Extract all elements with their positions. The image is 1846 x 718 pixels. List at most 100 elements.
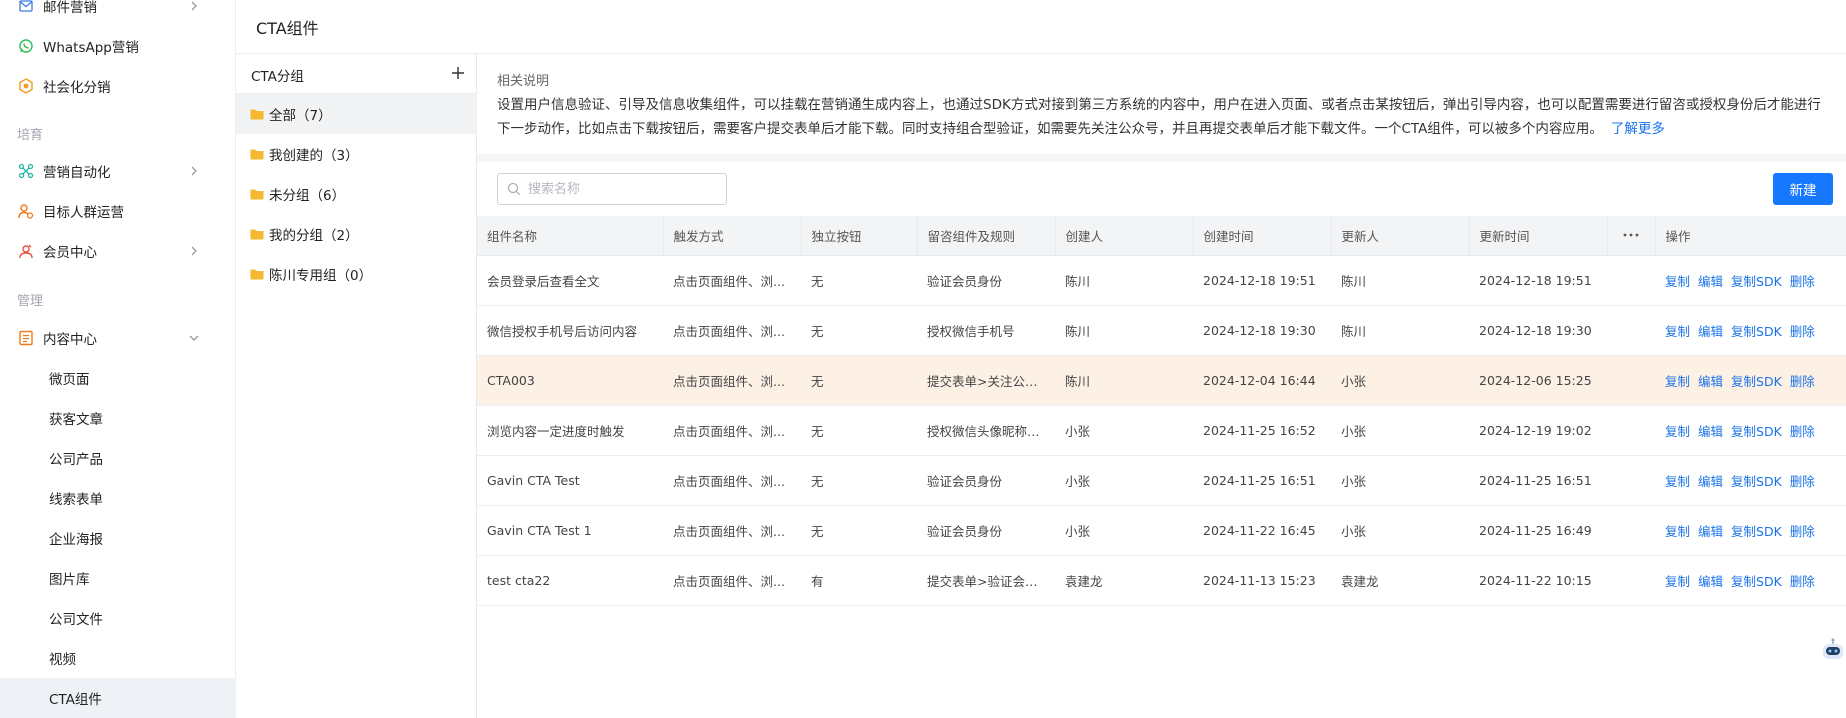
cell-standalone: 无: [801, 355, 917, 406]
cell-standalone: 无: [801, 305, 917, 356]
edit-link[interactable]: 编辑: [1698, 374, 1723, 389]
folder-icon: [250, 149, 264, 160]
cell-actions: 复制 编辑 复制SDK 删除: [1655, 305, 1846, 356]
cell-actions: 复制 编辑 复制SDK 删除: [1655, 455, 1846, 506]
copy-sdk-link[interactable]: 复制SDK: [1731, 274, 1782, 289]
nav-sub-item-cta[interactable]: CTA组件: [0, 678, 236, 718]
edit-link[interactable]: 编辑: [1698, 524, 1723, 539]
copy-link[interactable]: 复制: [1665, 474, 1690, 489]
table-row[interactable]: test cta22 点击页面组件、浏... 有提交表单>验证会员... 袁建龙 202…: [477, 555, 1846, 606]
nav-item-email-marketing[interactable]: 邮件营销: [0, 0, 236, 26]
cell-creator: 小张: [1055, 505, 1193, 556]
group-item-my-groups[interactable]: 我的分组（2）: [236, 214, 477, 254]
cell-updated: 2024-11-25 16:49: [1469, 505, 1607, 556]
edit-link[interactable]: 编辑: [1698, 324, 1723, 339]
nav-sub-item-label: 公司产品: [49, 452, 103, 468]
copy-sdk-link[interactable]: 复制SDK: [1731, 374, 1782, 389]
table-row[interactable]: CTA003 点击页面组件、浏... 无提交表单>关注公众... 陈川 2024-12-…: [477, 355, 1846, 406]
delete-link[interactable]: 删除: [1790, 574, 1815, 589]
delete-link[interactable]: 删除: [1790, 424, 1815, 439]
nav-sub-item-files[interactable]: 公司文件: [0, 598, 236, 638]
column-settings[interactable]: [1607, 216, 1656, 256]
chevron-right-icon: [188, 245, 200, 257]
search-box[interactable]: [497, 173, 727, 205]
cell-name: CTA003: [477, 355, 663, 406]
group-item-mine[interactable]: 我创建的（3）: [236, 134, 477, 174]
column-header-updated[interactable]: 更新时间: [1469, 216, 1608, 256]
table-row[interactable]: Gavin CTA Test 点击页面组件、浏... 无验证会员身份 小张 2024-1…: [477, 455, 1846, 506]
group-item-label: 陈川专用组（0）: [269, 268, 373, 284]
nav-item-marketing-automation[interactable]: 营销自动化: [0, 151, 236, 191]
nav-item-label: 目标人群运营: [43, 205, 124, 221]
new-cta-button[interactable]: 新建: [1773, 173, 1833, 205]
nav-sub-item-image-library[interactable]: 图片库: [0, 558, 236, 598]
search-input[interactable]: [528, 179, 718, 199]
column-header-updater[interactable]: 更新人: [1331, 216, 1470, 256]
edit-link[interactable]: 编辑: [1698, 424, 1723, 439]
delete-link[interactable]: 删除: [1790, 474, 1815, 489]
nav-sub-item-articles[interactable]: 获客文章: [0, 398, 236, 438]
copy-sdk-link[interactable]: 复制SDK: [1731, 424, 1782, 439]
group-panel-header: CTA分组: [236, 54, 477, 94]
assistant-robot-icon[interactable]: [1819, 637, 1846, 665]
delete-link[interactable]: 删除: [1790, 274, 1815, 289]
cell-updated: 2024-12-18 19:51: [1469, 255, 1607, 306]
nav-item-member-center[interactable]: 会员中心: [0, 231, 236, 271]
nav-item-social-distribution[interactable]: 社会化分销: [0, 66, 236, 106]
learn-more-link[interactable]: 了解更多: [1611, 121, 1665, 137]
column-header-trigger[interactable]: 触发方式: [663, 216, 802, 256]
table-row[interactable]: 浏览内容一定进度时触发 点击页面组件、浏... 无授权微信头像昵称>... 小张 202…: [477, 405, 1846, 456]
column-header-name[interactable]: 组件名称: [477, 216, 664, 256]
copy-link[interactable]: 复制: [1665, 524, 1690, 539]
nav-item-whatsapp[interactable]: WhatsApp营销: [0, 26, 236, 66]
copy-sdk-link[interactable]: 复制SDK: [1731, 524, 1782, 539]
cell-spacer: [1607, 505, 1655, 556]
group-item-label: 我创建的（3）: [269, 148, 359, 164]
delete-link[interactable]: 删除: [1790, 324, 1815, 339]
delete-link[interactable]: 删除: [1790, 524, 1815, 539]
nav-sub-item-products[interactable]: 公司产品: [0, 438, 236, 478]
cell-trigger: 点击页面组件、浏...: [663, 405, 801, 456]
description-panel: 相关说明 设置用户信息验证、引导及信息收集组件，可以挂载在营销通生成内容上，也通…: [477, 54, 1846, 154]
edit-link[interactable]: 编辑: [1698, 474, 1723, 489]
column-header-rule[interactable]: 留咨组件及规则: [917, 216, 1056, 256]
delete-link[interactable]: 删除: [1790, 374, 1815, 389]
cta-list-panel: 新建 组件名称 触发方式 独立按钮 留咨组件及规则 创建人 创建时间 更新人 更…: [477, 162, 1846, 718]
copy-link[interactable]: 复制: [1665, 574, 1690, 589]
cell-creator: 陈川: [1055, 305, 1193, 356]
nav-sub-item-posters[interactable]: 企业海报: [0, 518, 236, 558]
column-header-standalone[interactable]: 独立按钮: [801, 216, 918, 256]
group-item-chenchuan[interactable]: 陈川专用组（0）: [236, 254, 477, 294]
group-item-all[interactable]: 全部（7）: [236, 94, 477, 134]
edit-link[interactable]: 编辑: [1698, 574, 1723, 589]
chevron-right-icon: [188, 165, 200, 177]
group-item-ungrouped[interactable]: 未分组（6）: [236, 174, 477, 214]
edit-link[interactable]: 编辑: [1698, 274, 1723, 289]
nav-sub-item-lead-forms[interactable]: 线索表单: [0, 478, 236, 518]
column-header-created[interactable]: 创建时间: [1193, 216, 1332, 256]
cell-actions: 复制 编辑 复制SDK 删除: [1655, 355, 1846, 406]
cta-table: 组件名称 触发方式 独立按钮 留咨组件及规则 创建人 创建时间 更新人 更新时间…: [477, 216, 1846, 606]
copy-link[interactable]: 复制: [1665, 274, 1690, 289]
copy-sdk-link[interactable]: 复制SDK: [1731, 324, 1782, 339]
nav-item-target-audience[interactable]: 目标人群运营: [0, 191, 236, 231]
copy-link[interactable]: 复制: [1665, 374, 1690, 389]
table-row[interactable]: 会员登录后查看全文 点击页面组件、浏... 无验证会员身份 陈川 2024-12-18 …: [477, 255, 1846, 306]
nav-item-content-center[interactable]: 内容中心: [0, 318, 236, 358]
folder-icon: [250, 269, 264, 280]
cell-name: 浏览内容一定进度时触发: [477, 405, 663, 456]
nav-section-manage: 管理: [17, 294, 44, 309]
table-row[interactable]: Gavin CTA Test 1 点击页面组件、浏... 无验证会员身份 小张 2024…: [477, 505, 1846, 556]
copy-sdk-link[interactable]: 复制SDK: [1731, 574, 1782, 589]
content-icon: [18, 330, 34, 346]
distribution-icon: [18, 78, 34, 94]
column-header-creator[interactable]: 创建人: [1055, 216, 1194, 256]
copy-sdk-link[interactable]: 复制SDK: [1731, 474, 1782, 489]
table-row[interactable]: 微信授权手机号后访问内容 点击页面组件、浏... 无授权微信手机号 陈川 2024-12…: [477, 305, 1846, 356]
nav-sub-item-micro-page[interactable]: 微页面: [0, 358, 236, 398]
copy-link[interactable]: 复制: [1665, 424, 1690, 439]
copy-link[interactable]: 复制: [1665, 324, 1690, 339]
nav-sub-item-video[interactable]: 视频: [0, 638, 236, 678]
group-panel-title: CTA分组: [251, 69, 304, 85]
add-group-button[interactable]: [449, 64, 467, 82]
